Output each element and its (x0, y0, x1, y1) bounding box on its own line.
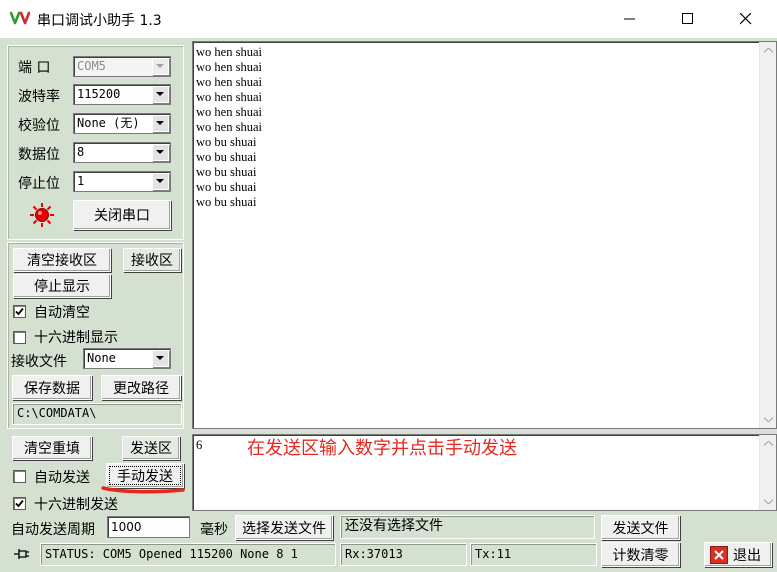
hex-send-label: 十六进制发送 (34, 497, 118, 513)
minimize-icon (624, 18, 635, 20)
databits-label: 数据位 (18, 147, 60, 163)
exit-label: 退出 (733, 547, 761, 564)
app-logo-icon (10, 11, 30, 25)
databits-select[interactable]: 8 (73, 142, 171, 163)
port-status-indicator-icon (30, 203, 54, 227)
stopbits-select[interactable]: 1 (73, 171, 171, 192)
databits-value: 8 (77, 145, 85, 159)
send-scrollbar[interactable] (759, 435, 776, 510)
close-window-button[interactable] (717, 0, 775, 38)
chevron-down-icon (152, 115, 169, 132)
auto-send-label: 自动发送 (34, 470, 90, 486)
stopbits-label: 停止位 (18, 176, 60, 192)
chevron-down-icon (152, 350, 169, 367)
auto-send-checkbox[interactable] (13, 470, 26, 483)
rx-count: Rx:37013 (340, 543, 467, 566)
close-port-button[interactable]: 关闭串口 (73, 200, 171, 230)
ms-label: 毫秒 (200, 522, 228, 538)
baud-label: 波特率 (18, 89, 60, 105)
status-text: STATUS: COM5 Opened 115200 None 8 1 (40, 543, 336, 566)
receive-line: wo hen shuai (196, 75, 262, 89)
receive-text: wo hen shuai wo hen shuai wo hen shuai wo h… (196, 45, 262, 210)
save-data-button[interactable]: 保存数据 (12, 375, 92, 400)
instruction-annotation: 在发送区输入数字并点击手动发送 (247, 438, 517, 459)
reset-count-button[interactable]: 计数清零 (601, 542, 680, 567)
baud-value: 115200 (77, 87, 121, 101)
hex-send-checkbox[interactable] (13, 497, 26, 510)
baud-select[interactable]: 115200 (73, 84, 171, 105)
send-file-button[interactable]: 发送文件 (601, 515, 680, 540)
send-file-status: 还没有选择文件 (340, 515, 595, 539)
clear-receive-button[interactable]: 清空接收区 (13, 248, 111, 272)
auto-clear-label: 自动清空 (34, 305, 90, 321)
auto-clear-checkbox[interactable] (13, 305, 26, 318)
port-select[interactable]: COM5 (73, 56, 171, 77)
receive-line: wo hen shuai (196, 105, 262, 119)
exit-button[interactable]: 退出 (704, 542, 772, 567)
maximize-button[interactable] (659, 0, 717, 38)
scroll-down-icon[interactable] (760, 411, 777, 428)
receive-file-select[interactable]: None (83, 348, 171, 369)
hex-display-checkbox[interactable] (13, 331, 26, 344)
scroll-up-icon[interactable] (760, 435, 777, 452)
chevron-down-icon (152, 173, 169, 190)
change-path-button[interactable]: 更改路径 (101, 375, 181, 400)
scroll-down-icon[interactable] (760, 493, 777, 510)
receive-line: wo hen shuai (196, 120, 262, 134)
select-send-file-button[interactable]: 选择发送文件 (235, 515, 333, 540)
port-label: 端 口 (18, 60, 51, 76)
stopbits-value: 1 (77, 174, 85, 188)
receive-line: wo bu shuai (196, 135, 257, 149)
exit-icon (710, 545, 728, 564)
chevron-down-icon (152, 144, 169, 161)
checkmark-icon (15, 499, 24, 508)
chevron-down-icon (152, 58, 169, 75)
minimize-button[interactable] (601, 0, 659, 38)
receive-line: wo bu shuai (196, 150, 257, 164)
receive-textarea[interactable]: wo hen shuai wo hen shuai wo hen shuai wo h… (192, 41, 777, 429)
port-value: COM5 (77, 59, 106, 73)
parity-value: None (无) (77, 116, 140, 130)
scroll-up-icon[interactable] (760, 42, 777, 59)
send-period-label: 自动发送周期 (11, 522, 95, 538)
receive-line: wo bu shuai (196, 180, 257, 194)
receive-line: wo hen shuai (196, 90, 262, 104)
send-period-input[interactable]: 1000 (107, 516, 190, 538)
maximize-icon (682, 13, 693, 24)
receive-file-label: 接收文件 (11, 354, 67, 370)
parity-select[interactable]: None (无) (73, 113, 171, 134)
receive-scrollbar[interactable] (759, 42, 776, 428)
send-text: 6 (196, 438, 203, 452)
receive-line: wo hen shuai (196, 45, 262, 59)
chevron-down-icon (152, 86, 169, 103)
receive-area-button[interactable]: 接收区 (123, 248, 181, 272)
title-bar: 串口调试小助手 1.3 (0, 0, 777, 38)
checkmark-icon (15, 307, 24, 316)
pin-icon[interactable] (13, 547, 31, 561)
app-window: 串口调试小助手 1.3 端 口 COM5 波特率 115200 校验位 None… (0, 0, 777, 572)
close-icon (740, 13, 752, 25)
send-area-button[interactable]: 发送区 (122, 436, 180, 460)
stop-display-button[interactable]: 停止显示 (13, 274, 111, 298)
parity-label: 校验位 (18, 118, 60, 134)
clear-send-button[interactable]: 清空重填 (12, 436, 92, 460)
tx-count: Tx:11 (470, 543, 597, 566)
receive-file-value: None (87, 351, 116, 365)
hex-display-label: 十六进制显示 (34, 330, 118, 346)
receive-path-display: C:\COMDATA\ (12, 403, 182, 425)
window-title: 串口调试小助手 1.3 (37, 13, 162, 29)
receive-line: wo hen shuai (196, 60, 262, 74)
receive-line: wo bu shuai (196, 165, 257, 179)
receive-line: wo bu shuai (196, 195, 257, 209)
